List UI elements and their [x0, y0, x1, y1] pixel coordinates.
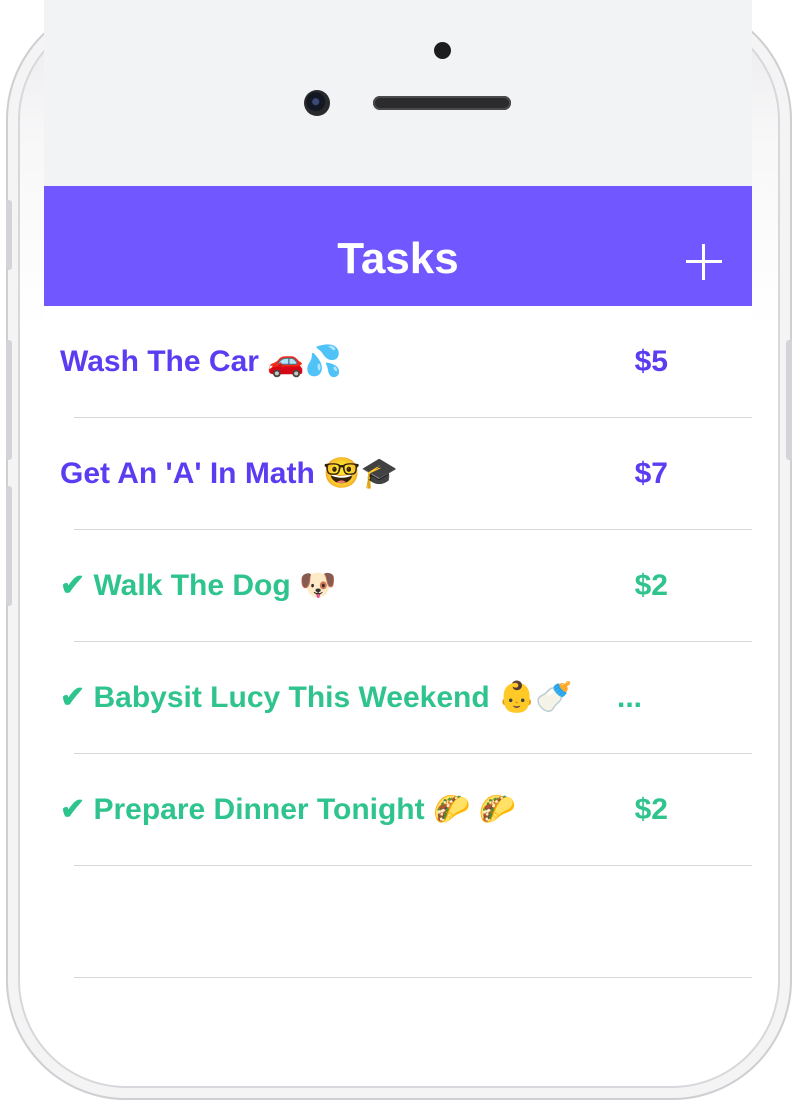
mute-switch [6, 200, 12, 270]
page-title: Tasks [337, 234, 459, 283]
front-camera-icon [304, 90, 330, 116]
proximity-sensor [434, 42, 451, 59]
navigation-bar: Tasks [44, 186, 752, 306]
earpiece-speaker [373, 96, 511, 110]
task-name: ✔ Walk The Dog 🐶 [60, 569, 337, 602]
phone-top-bezel [44, 0, 752, 186]
task-list: Wash The Car 🚗💦 $5 Get An 'A' In Math 🤓🎓… [44, 306, 752, 1004]
task-price: ... [616, 681, 642, 714]
list-item[interactable]: ✔ Babysit Lucy This Weekend 👶🍼 ... [44, 642, 752, 754]
task-price: $5 [634, 345, 668, 378]
power-button [786, 340, 792, 460]
list-item[interactable]: Get An 'A' In Math 🤓🎓 $7 [44, 418, 752, 530]
task-price: $2 [634, 793, 668, 826]
volume-up-button [6, 340, 12, 460]
list-item[interactable]: ✔ Prepare Dinner Tonight 🌮 🌮 $2 [44, 754, 752, 866]
task-name: ✔ Babysit Lucy This Weekend 👶🍼 [60, 681, 573, 714]
task-price: $7 [634, 457, 668, 490]
list-item-empty [44, 866, 752, 978]
task-name: Wash The Car 🚗💦 [60, 345, 342, 378]
task-name: Get An 'A' In Math 🤓🎓 [60, 457, 398, 490]
list-item[interactable]: Wash The Car 🚗💦 $5 [44, 306, 752, 418]
plus-icon[interactable] [684, 242, 724, 282]
volume-down-button [6, 486, 12, 606]
task-name: ✔ Prepare Dinner Tonight 🌮 🌮 [60, 793, 516, 826]
list-item[interactable]: ✔ Walk The Dog 🐶 $2 [44, 530, 752, 642]
row-divider [74, 977, 752, 978]
task-price: $2 [634, 569, 668, 602]
